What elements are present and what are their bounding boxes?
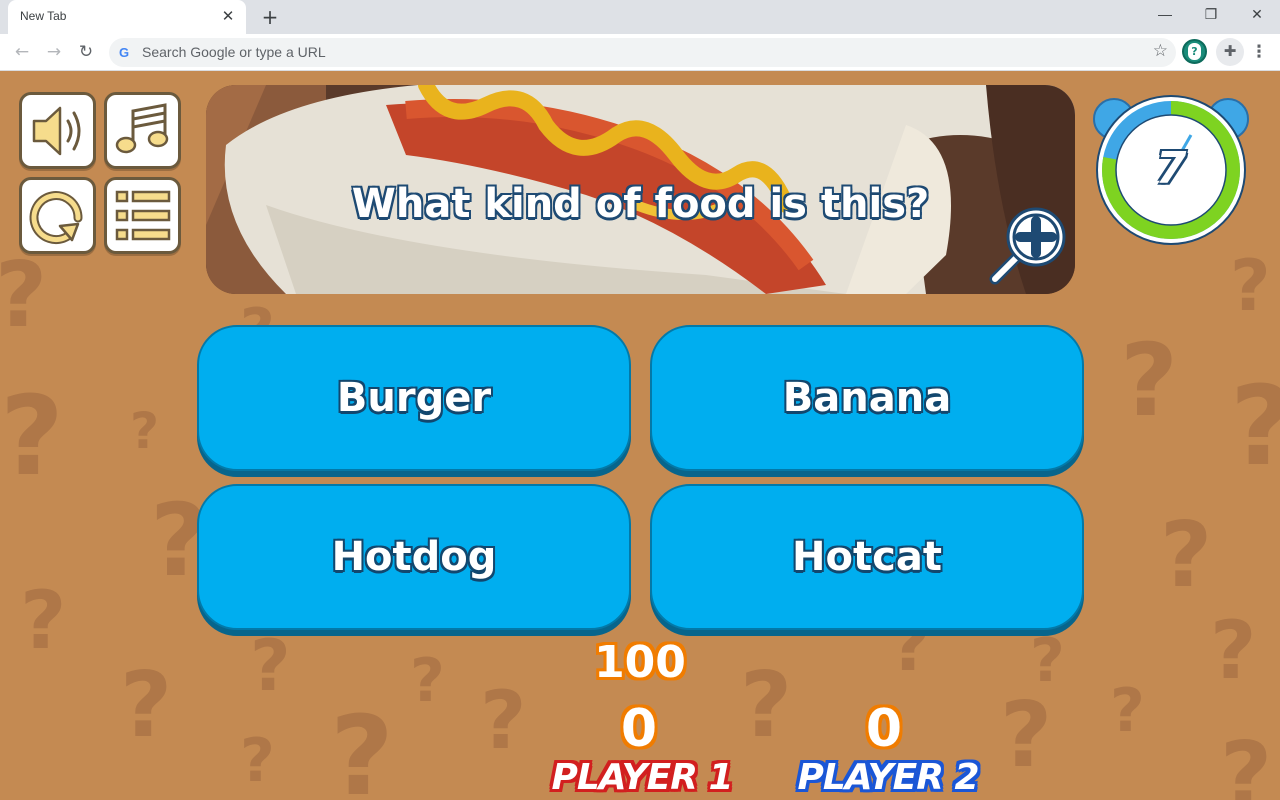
question-text: What kind of food is this? [351, 181, 930, 227]
browser-toolbar: ← → ↻ G Search Google or type a URL ☆ ✚ … [0, 34, 1280, 71]
music-toggle-button[interactable] [104, 92, 181, 169]
music-note-icon [115, 103, 169, 154]
extensions-puzzle-icon[interactable]: ✚ [1216, 38, 1244, 66]
forward-button[interactable]: → [40, 39, 68, 67]
menu-list-button[interactable] [104, 177, 181, 254]
close-window-button[interactable]: ✕ [1234, 0, 1280, 30]
points-available: 100 [594, 637, 686, 688]
answer-button-4[interactable]: Hotcat [650, 484, 1084, 630]
browser-menu-icon[interactable]: ⋮ [1250, 39, 1268, 67]
address-bar[interactable]: G Search Google or type a URL ☆ [109, 38, 1176, 67]
player1-label: PLAYER 1 [551, 757, 733, 798]
answer-label: Banana [782, 375, 952, 421]
zoom-in-magnifier-icon[interactable] [989, 203, 1071, 285]
answer-label: Hotcat [792, 534, 942, 580]
restore-button[interactable]: ❐ [1188, 0, 1234, 30]
timer-value: 7 [1155, 143, 1187, 194]
restart-icon [29, 191, 83, 245]
answer-button-1[interactable]: Burger [197, 325, 631, 471]
reload-button[interactable]: ↻ [72, 39, 100, 67]
profile-avatar-icon[interactable] [1182, 39, 1207, 64]
answer-button-3[interactable]: Hotdog [197, 484, 631, 630]
tab-new-tab[interactable]: New Tab ✕ [8, 0, 246, 34]
answer-label: Burger [336, 375, 492, 421]
question-panel: What kind of food is this? [206, 85, 1075, 294]
tab-title: New Tab [20, 9, 67, 23]
back-button[interactable]: ← [8, 39, 36, 67]
restart-button[interactable] [19, 177, 96, 254]
game-canvas: ? ? ? ? ? ? ? ? ? ? ? ? ? ? ? ? ? ? ? ? … [0, 71, 1280, 800]
new-tab-button[interactable]: + [257, 5, 283, 29]
google-icon: G [119, 45, 130, 60]
sound-toggle-button[interactable] [19, 92, 96, 169]
answer-button-2[interactable]: Banana [650, 325, 1084, 471]
minimize-button[interactable]: — [1142, 0, 1188, 30]
speaker-icon [32, 106, 81, 156]
countdown-timer: 7 [1092, 91, 1250, 249]
address-placeholder: Search Google or type a URL [142, 44, 326, 60]
player1-score: 0 [620, 699, 658, 759]
answer-label: Hotdog [331, 534, 497, 580]
player2-label: PLAYER 2 [797, 757, 979, 798]
tab-strip: New Tab ✕ + — ❐ ✕ [0, 0, 1280, 34]
list-menu-icon [115, 190, 171, 241]
bookmark-star-icon[interactable]: ☆ [1153, 41, 1168, 61]
player2-score: 0 [865, 699, 903, 759]
close-tab-icon[interactable]: ✕ [218, 6, 238, 26]
